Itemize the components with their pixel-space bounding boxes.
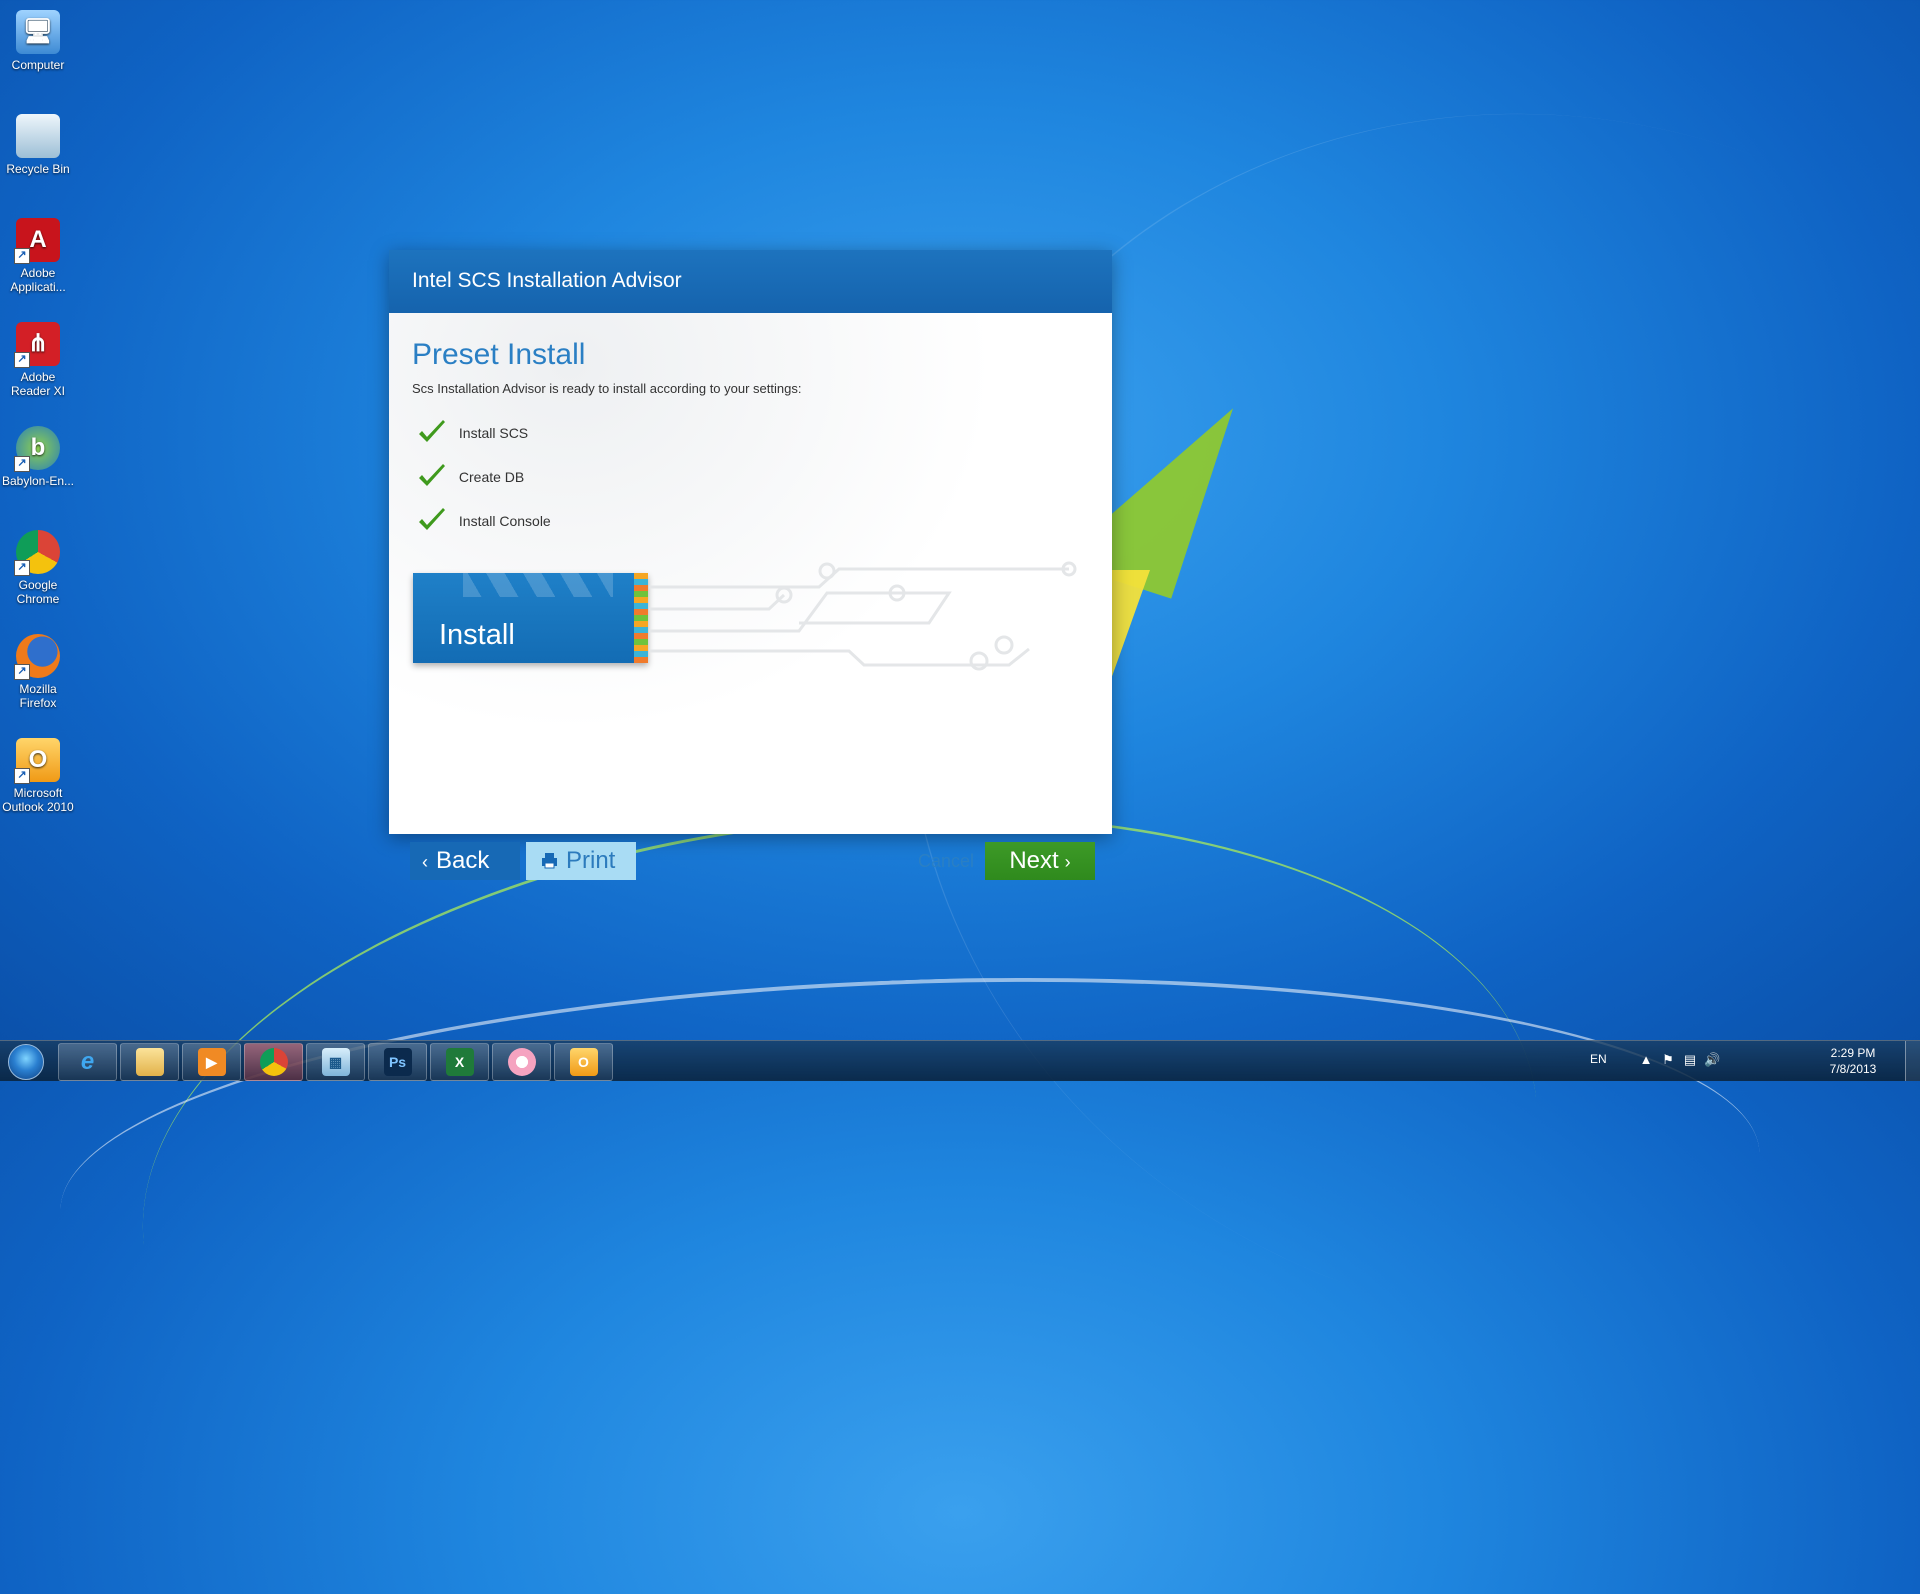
desktop-icon-firefox[interactable]: ↗ Mozilla Firefox: [0, 628, 76, 710]
desktop-icon-adobe-app[interactable]: A ↗ Adobe Applicati...: [0, 212, 76, 294]
clock-date: 7/8/2013: [1829, 1062, 1877, 1076]
desktop-icon-label: Adobe: [20, 370, 56, 384]
clock-time: 2:29 PM: [1830, 1046, 1876, 1060]
adobe-app-manager-icon: A ↗: [14, 218, 60, 264]
checklist-item-label: Install Console: [458, 513, 551, 529]
next-button[interactable]: Next ›: [985, 842, 1095, 880]
desktop-icon-outlook[interactable]: O ↗ Microsoft Outlook 2010: [0, 732, 76, 814]
babylon-icon: b ↗: [14, 426, 60, 472]
network-app-icon: ▦: [321, 1048, 350, 1076]
chevron-pattern: [463, 573, 613, 597]
desktop-icon-label: Recycle Bin: [6, 162, 70, 176]
desktop-icon-label: Reader XI: [10, 384, 66, 398]
desktop-icon-computer[interactable]: 🖥 Computer: [0, 4, 76, 72]
paint-icon: [507, 1048, 536, 1076]
install-banner: Install: [413, 573, 648, 663]
taskbar-paint[interactable]: [492, 1043, 551, 1081]
desktop-icon-label: Mozilla: [19, 682, 57, 696]
internet-explorer-icon: e: [80, 1048, 95, 1075]
checkmark-icon: [419, 464, 445, 486]
back-button[interactable]: ‹ Back: [410, 842, 520, 880]
banner-stripe: [634, 573, 648, 663]
taskbar-file-explorer[interactable]: [120, 1043, 179, 1081]
back-button-label: Back: [436, 847, 490, 874]
outlook-icon: O ↗: [14, 738, 60, 784]
start-button[interactable]: [4, 1042, 48, 1080]
circuit-decoration: [649, 561, 1077, 671]
print-button[interactable]: Print: [526, 842, 636, 880]
excel-icon: X: [445, 1048, 474, 1076]
taskbar-media-player[interactable]: ▶: [182, 1043, 241, 1081]
taskbar-chrome[interactable]: [244, 1043, 303, 1081]
checklist-item-install-console: Install Console: [417, 506, 551, 536]
desktop-icon-label: Applicati...: [10, 280, 66, 294]
step-description: Scs Installation Advisor is ready to ins…: [412, 381, 802, 396]
clock[interactable]: 2:29 PM 7/8/2013: [1818, 1045, 1888, 1077]
taskbar: e ▶ ▦ Ps X O EN ▲ ⚑ ▤ 🔊 2:29 PM 7/8/2013: [0, 1040, 1920, 1081]
file-explorer-icon: [135, 1048, 164, 1076]
system-tray: EN ▲ ⚑ ▤ 🔊 2:29 PM 7/8/2013: [1400, 1041, 1920, 1081]
taskbar-network-app[interactable]: ▦: [306, 1043, 365, 1081]
photoshop-icon: Ps: [383, 1048, 412, 1076]
next-button-label: Next: [1009, 847, 1059, 874]
show-desktop-button[interactable]: [1905, 1041, 1920, 1081]
printer-icon: [542, 853, 557, 869]
recycle-bin-icon: [16, 114, 60, 158]
checklist-item-create-db: Create DB: [417, 462, 524, 492]
firefox-icon: ↗: [14, 634, 60, 680]
desktop-icon-label: Microsoft: [13, 786, 63, 800]
desktop-icon-adobe-reader[interactable]: ⋔ ↗ Adobe Reader XI: [0, 316, 76, 398]
taskbar-photoshop[interactable]: Ps: [368, 1043, 427, 1081]
desktop-icon-chrome[interactable]: ↗ Google Chrome: [0, 524, 76, 606]
wallpaper-swoosh: [107, 748, 1573, 1594]
checklist-item-install-scs: Install SCS: [417, 418, 528, 448]
dialog-title: Intel SCS Installation Advisor: [412, 269, 682, 292]
media-player-icon: ▶: [197, 1048, 226, 1076]
installation-advisor-dialog: Intel SCS Installation Advisor Preset In…: [389, 250, 1112, 880]
volume-icon[interactable]: 🔊: [1704, 1052, 1720, 1068]
checkmark-icon: [419, 420, 445, 442]
computer-icon: 🖥: [16, 10, 60, 54]
desktop-icon-label: Google: [18, 578, 58, 592]
dialog-body: Preset Install Scs Installation Advisor …: [389, 313, 1112, 880]
install-banner-label: Install: [439, 619, 515, 651]
network-icon[interactable]: ▤: [1682, 1052, 1698, 1068]
print-button-label: Print: [566, 847, 616, 874]
windows-orb-icon: [8, 1044, 44, 1080]
chrome-icon: ↗: [14, 530, 60, 576]
chrome-icon: [259, 1048, 288, 1076]
adobe-reader-icon: ⋔ ↗: [14, 322, 60, 368]
outlook-icon: O: [569, 1048, 598, 1076]
checklist-item-label: Create DB: [458, 469, 525, 485]
cancel-button[interactable]: Cancel: [911, 842, 981, 880]
taskbar-outlook[interactable]: O: [554, 1043, 613, 1081]
desktop-icon-label: Adobe: [20, 266, 56, 280]
desktop-icon-recycle-bin[interactable]: Recycle Bin: [0, 108, 76, 176]
step-title: Preset Install: [412, 338, 586, 371]
desktop-icon-babylon[interactable]: b ↗ Babylon-En...: [0, 420, 76, 488]
desktop-icon-label: Babylon-En...: [1, 474, 75, 488]
checklist-item-label: Install SCS: [458, 425, 529, 441]
chevron-right-icon: ›: [1064, 852, 1071, 872]
dialog-header: Intel SCS Installation Advisor: [389, 250, 1112, 313]
wallpaper-swoosh: [53, 950, 1767, 1414]
desktop-icon-label: Computer: [11, 58, 65, 72]
desktop-icon-label: Chrome: [16, 592, 60, 606]
taskbar-internet-explorer[interactable]: e: [58, 1043, 117, 1081]
show-hidden-icons-icon[interactable]: ▲: [1638, 1052, 1654, 1068]
desktop-icon-label: Firefox: [19, 696, 57, 710]
taskbar-excel[interactable]: X: [430, 1043, 489, 1081]
checkmark-icon: [419, 508, 445, 530]
chevron-left-icon: ‹: [422, 852, 428, 872]
action-center-flag-icon[interactable]: ⚑: [1660, 1052, 1676, 1068]
desktop-icon-label: Outlook 2010: [2, 800, 74, 814]
